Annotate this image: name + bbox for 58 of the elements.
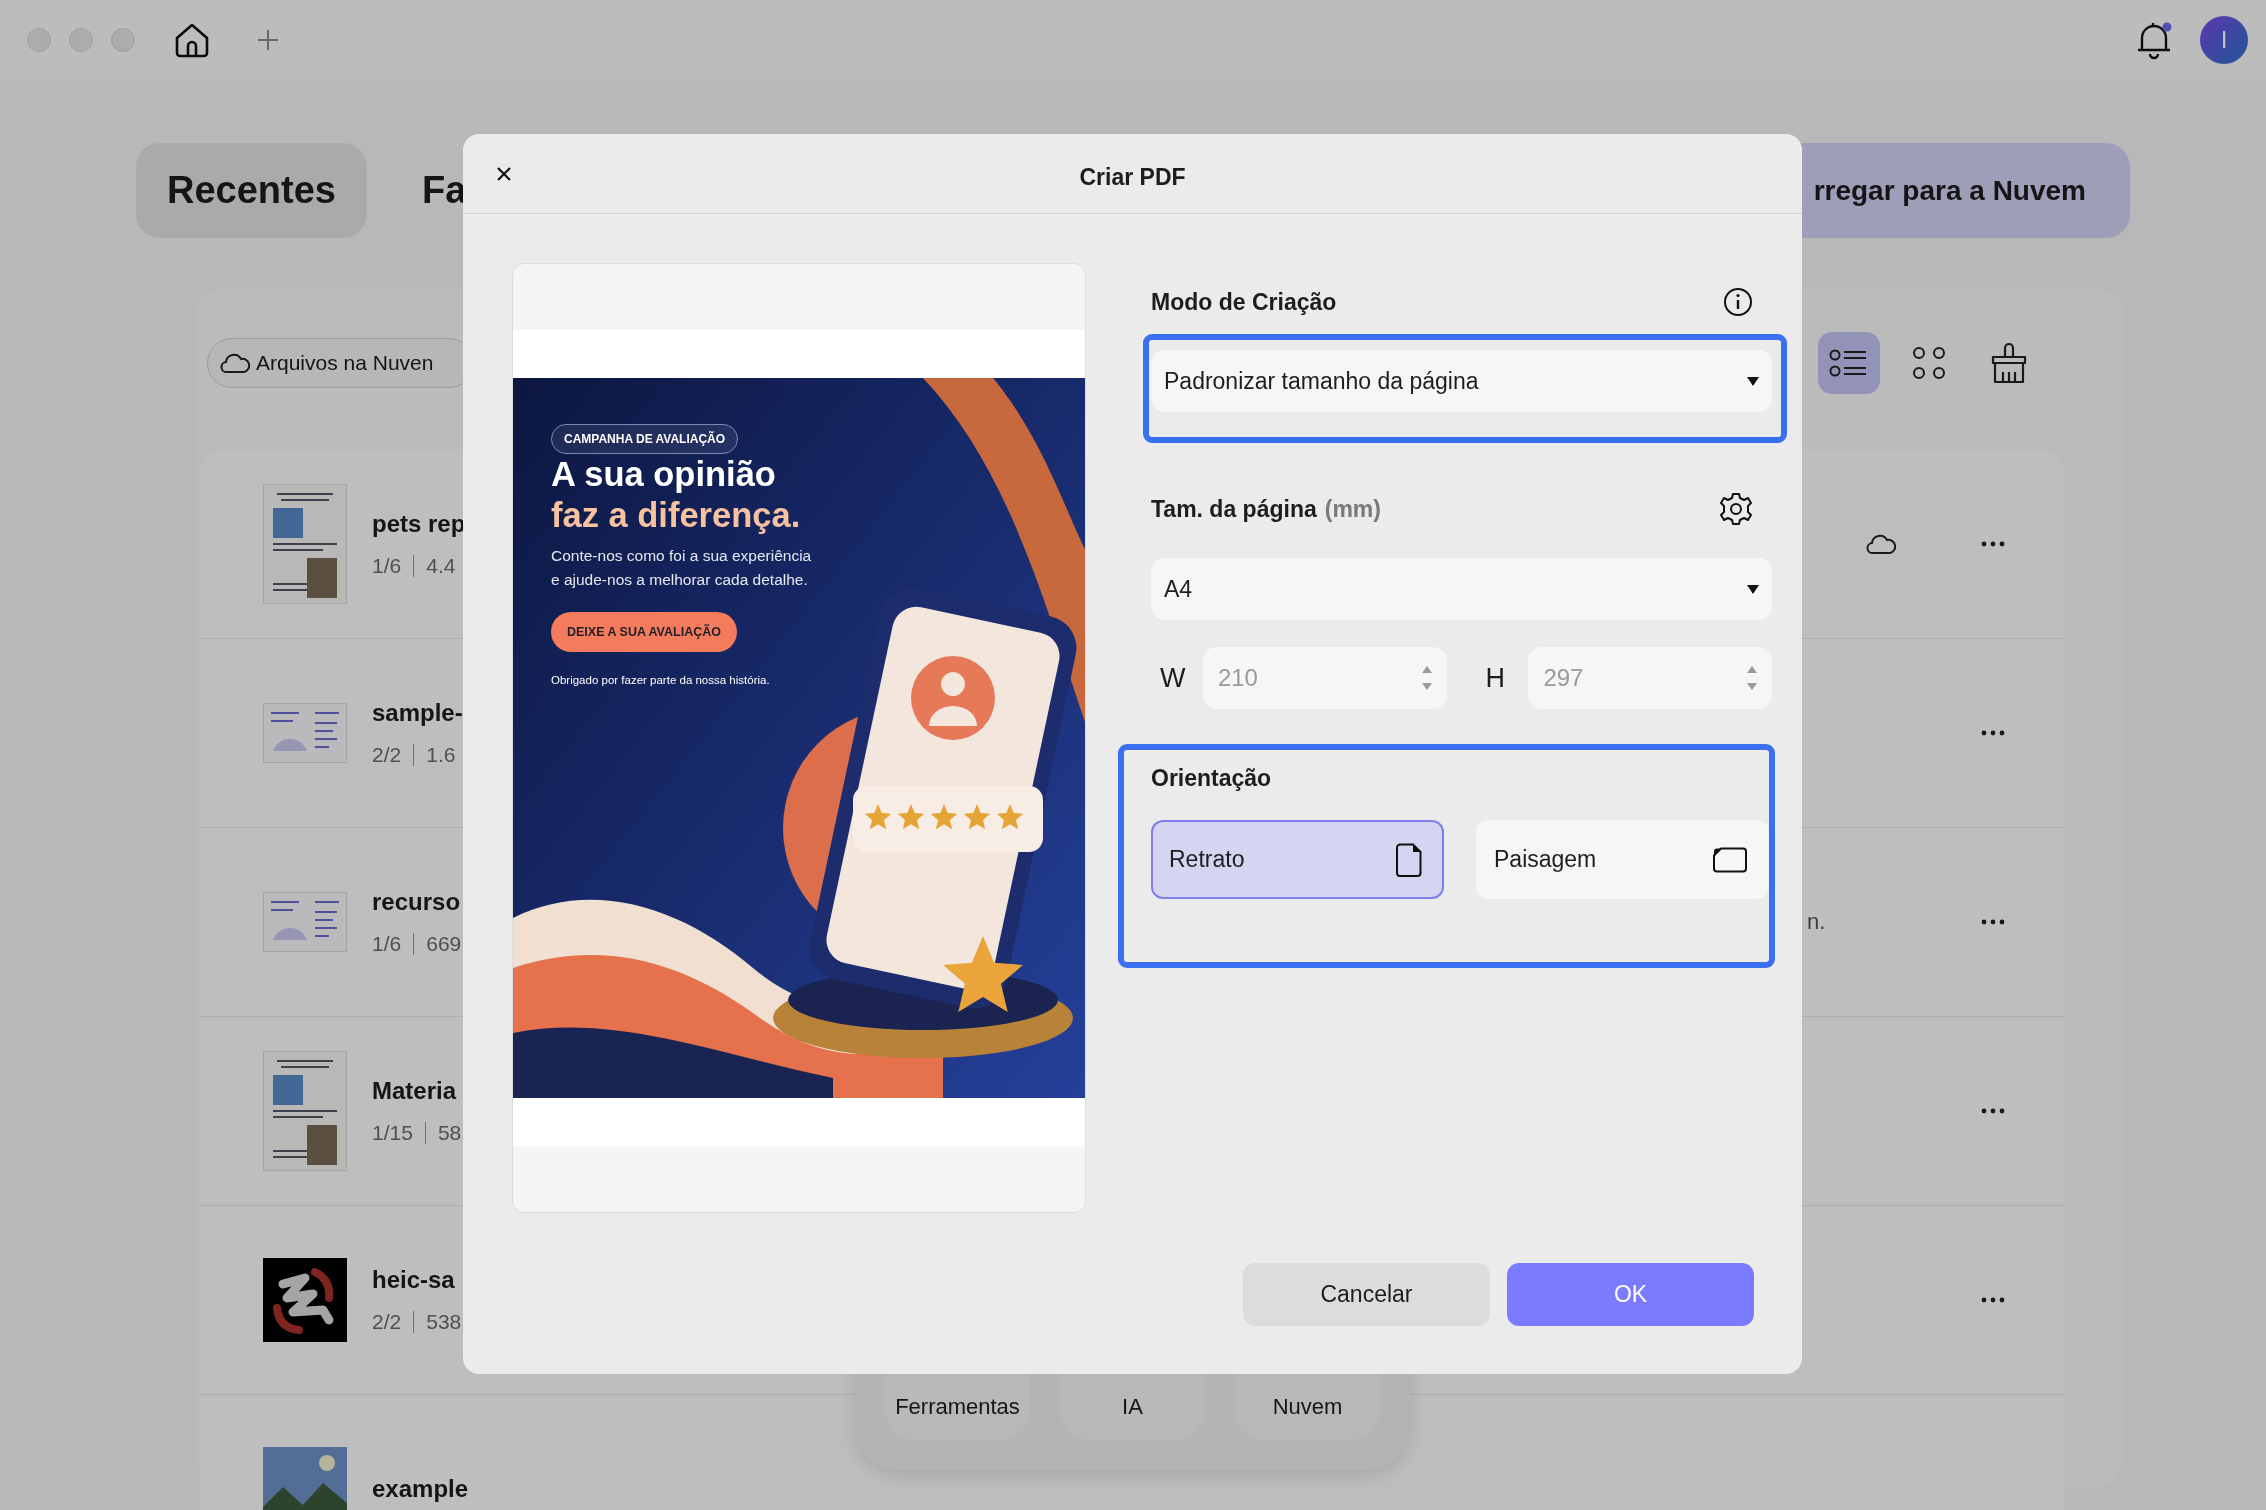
- portrait-page-icon: [1396, 842, 1422, 877]
- broom-icon: [1989, 342, 2029, 384]
- more-options-icon[interactable]: [1981, 1297, 2005, 1303]
- unit-label: (mm): [1324, 495, 1381, 523]
- list-view-button[interactable]: [1818, 332, 1880, 394]
- file-name: pets rep: [372, 510, 466, 538]
- poster-call-to-action: DEIXE A SUA AVALIAÇÃO: [551, 612, 737, 652]
- file-name: sample-: [372, 699, 463, 727]
- tab[interactable]: Fa: [391, 143, 498, 238]
- poster-body-text: Conte-nos como foi a sua experiência e ajude-nos a melhorar cada detalhe.: [551, 546, 812, 590]
- poster-headline: faz a diferença.: [551, 495, 801, 536]
- user-avatar[interactable]: I: [2200, 16, 2248, 64]
- orientation-label: Orientação: [1151, 764, 1272, 793]
- page-count: 2/2: [372, 743, 402, 767]
- dimension-label: H: [1484, 662, 1506, 694]
- more-options-icon[interactable]: [1981, 541, 2005, 547]
- page-count: 1/6: [372, 554, 402, 578]
- cloud-icon[interactable]: [1866, 532, 1896, 556]
- creation-mode-label: Modo de Criação: [1151, 288, 1337, 316]
- landscape-page-icon: [1713, 846, 1747, 873]
- info-icon[interactable]: [1723, 287, 1753, 317]
- more-options-icon[interactable]: [1981, 730, 2005, 736]
- cancel-button[interactable]: Cancelar: [1243, 1263, 1490, 1326]
- settings-icon[interactable]: [1719, 492, 1753, 526]
- file-size: 669: [426, 932, 462, 956]
- page-size-label: Tam. da página: [1151, 495, 1317, 523]
- file-name: example: [372, 1475, 469, 1503]
- campaign-badge: CAMPANHA DE AVALIAÇÃO: [551, 424, 739, 454]
- page-count: 1/6: [372, 932, 402, 956]
- tab[interactable]: Recentes: [136, 143, 367, 238]
- more-options-icon[interactable]: [1981, 919, 2005, 925]
- file-name: recurso: [372, 888, 462, 916]
- file-size: 1.6: [426, 743, 456, 767]
- dialog-title: Criar PDF: [1079, 164, 1186, 191]
- dimension-label: W: [1159, 662, 1187, 694]
- caret-icon: [1747, 584, 1759, 594]
- file-name: Materia: [372, 1077, 458, 1105]
- poster-headline: A sua opinião: [551, 454, 776, 495]
- more-options-icon[interactable]: [1981, 1108, 2005, 1114]
- file-name: heic-sa: [372, 1266, 456, 1294]
- orientation-option[interactable]: Retrato: [1151, 820, 1444, 899]
- home-icon[interactable]: [173, 21, 211, 59]
- page-count: 1/15: [372, 1121, 413, 1145]
- file-size: 4.4: [426, 554, 456, 578]
- creation-mode-dropdown[interactable]: Padronizar tamanho da página: [1151, 350, 1772, 412]
- close-icon[interactable]: [495, 165, 513, 183]
- cloud-icon: [220, 351, 250, 375]
- page-size-dropdown[interactable]: A4: [1151, 558, 1772, 620]
- page-count: 2/2: [372, 1310, 402, 1334]
- list-icon: [1829, 347, 1869, 379]
- caret-icon: [1747, 376, 1759, 386]
- file-size: 538: [426, 1310, 462, 1334]
- file-note: n.: [1806, 909, 1826, 934]
- grid-icon: [1911, 345, 1947, 381]
- poster-footnote: Obrigado por fazer parte da nossa história.: [551, 674, 770, 686]
- add-tab-icon[interactable]: [256, 28, 280, 52]
- file-size: 58: [437, 1121, 462, 1145]
- orientation-option[interactable]: Paisagem: [1476, 820, 1769, 899]
